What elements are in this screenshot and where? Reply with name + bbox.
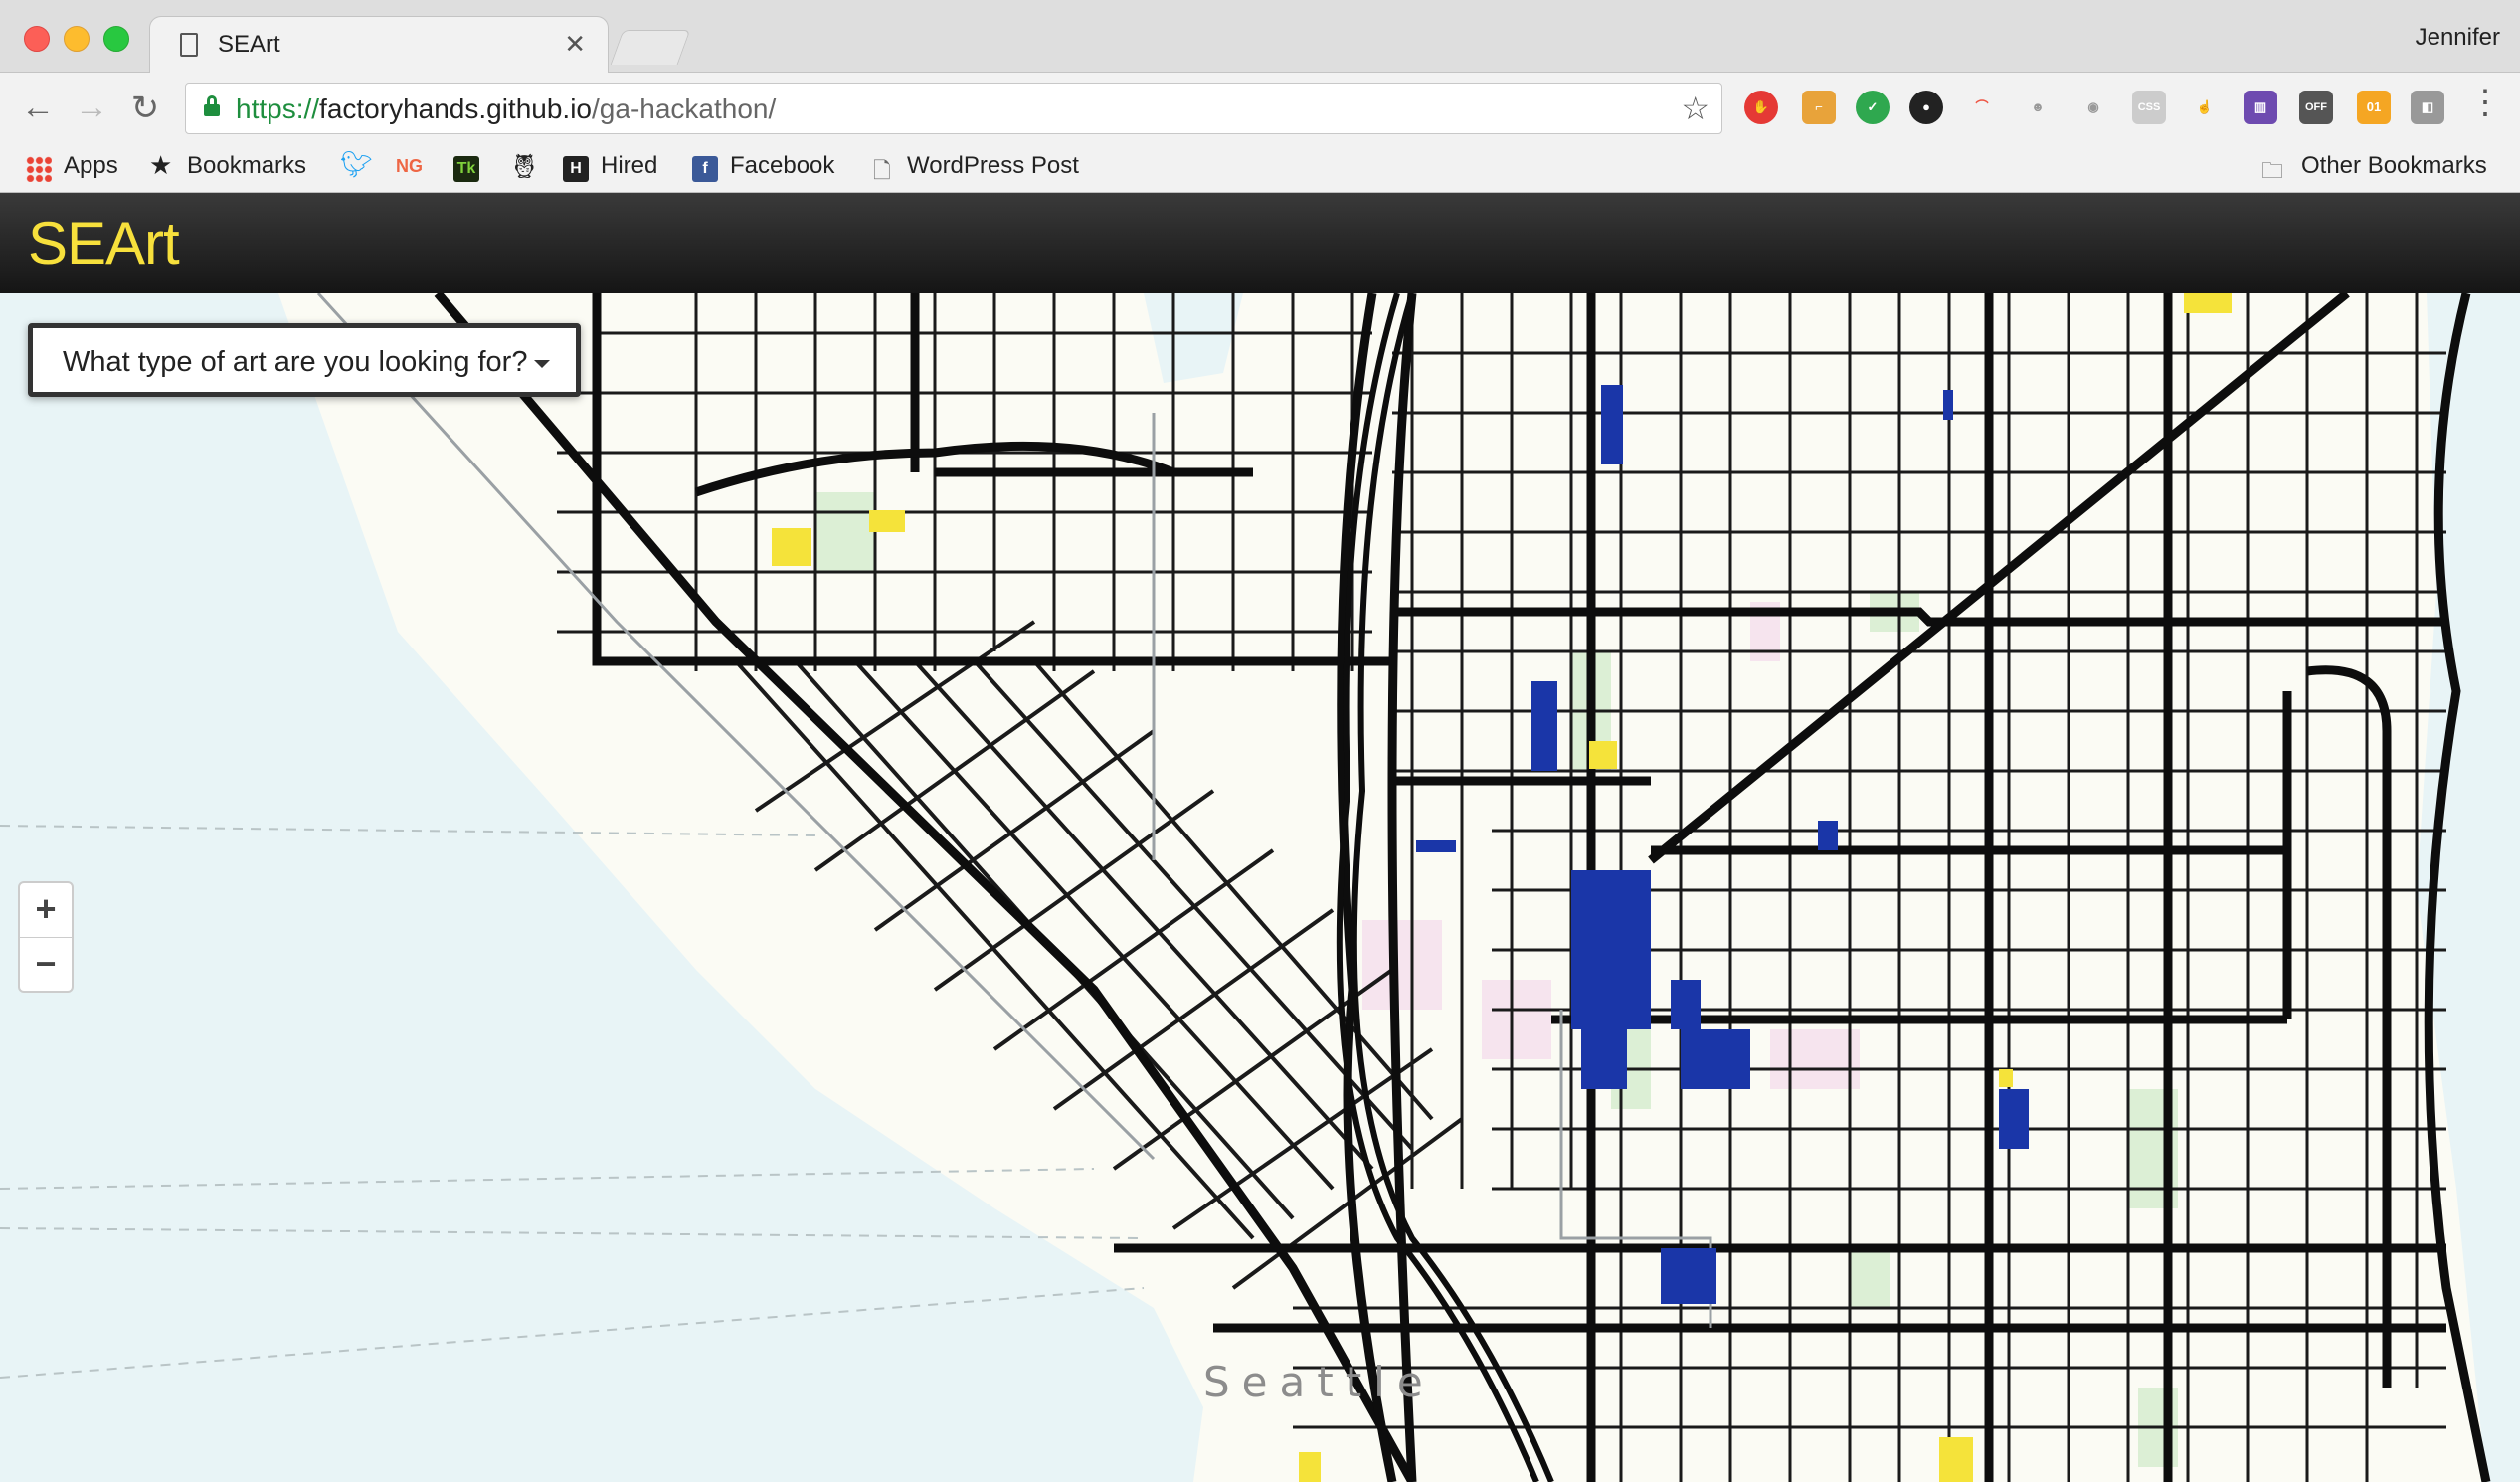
- owl-icon[interactable]: 🦉︎: [509, 152, 539, 181]
- page-icon: 🗋: [873, 158, 891, 183]
- apps-grid-icon: [26, 156, 52, 182]
- bookmark-facebook[interactable]: Facebook: [730, 152, 834, 180]
- ruler-extension-icon[interactable]: ⌐: [1802, 91, 1836, 124]
- browser-tab-bar: SEArt ✕ Jennifer: [0, 0, 2520, 74]
- bookmark-hired[interactable]: Hired: [601, 152, 657, 180]
- off-extension-icon[interactable]: OFF: [2299, 91, 2333, 124]
- bookmark-ng[interactable]: NG: [396, 156, 423, 177]
- check-extension-icon[interactable]: ✓: [1856, 91, 1890, 124]
- city-label: Seattle: [1203, 1358, 1435, 1406]
- art-type-dropdown-label: What type of art are you looking for?: [63, 346, 528, 378]
- bookmark-apps[interactable]: Apps: [64, 152, 118, 180]
- bookmark-bookmarks[interactable]: Bookmarks: [187, 152, 306, 180]
- twitter-icon[interactable]: 🐦︎: [340, 149, 373, 180]
- maximize-window-button[interactable]: [103, 26, 129, 52]
- reload-icon[interactable]: ↻: [125, 89, 165, 128]
- address-bar[interactable]: https://factoryhands.github.io/ga-hackat…: [185, 83, 1722, 134]
- new-tab-button[interactable]: [610, 30, 691, 65]
- folder-icon: 🗀: [2261, 158, 2284, 183]
- brand-logo[interactable]: SEArt: [28, 209, 180, 278]
- zoom-in-button[interactable]: +: [20, 883, 72, 938]
- calendar-extension-icon[interactable]: 01: [2357, 91, 2391, 124]
- square-extension-icon[interactable]: ◧: [2411, 91, 2444, 124]
- close-tab-icon[interactable]: ✕: [564, 29, 586, 60]
- zoom-out-button[interactable]: −: [20, 938, 72, 992]
- reddit-extension-icon[interactable]: ☻: [2021, 91, 2055, 124]
- chevron-down-icon: [534, 360, 550, 368]
- hired-icon: H: [563, 156, 589, 182]
- map-tiles[interactable]: [0, 293, 2520, 1482]
- forward-arrow-icon[interactable]: →: [72, 89, 111, 127]
- bookmark-other[interactable]: Other Bookmarks: [2301, 152, 2487, 180]
- url-text[interactable]: https://factoryhands.github.io/ga-hackat…: [236, 93, 776, 125]
- hand-extension-icon[interactable]: ☝: [2188, 91, 2222, 124]
- browser-tab[interactable]: SEArt ✕: [149, 16, 609, 74]
- profile-name[interactable]: Jennifer: [2416, 24, 2500, 52]
- zoom-control: + −: [18, 881, 74, 993]
- css-extension-icon[interactable]: CSS: [2132, 91, 2166, 124]
- bookmark-star-icon[interactable]: ☆: [1681, 90, 1710, 127]
- page-icon: [180, 33, 198, 57]
- bookmark-tk[interactable]: Tk: [453, 156, 479, 182]
- close-window-button[interactable]: [24, 26, 50, 52]
- grid-extension-icon[interactable]: ▥: [2244, 91, 2277, 124]
- minimize-window-button[interactable]: [64, 26, 90, 52]
- tab-title: SEArt: [218, 31, 280, 58]
- info-extension-icon[interactable]: ◉: [2076, 91, 2110, 124]
- panda-extension-icon[interactable]: ●: [1909, 91, 1943, 124]
- browser-toolbar: ← → ↻ https://factoryhands.github.io/ga-…: [0, 73, 2520, 146]
- facebook-icon: f: [692, 156, 718, 182]
- app-header: SEArt: [0, 193, 2520, 293]
- lock-icon: [204, 95, 220, 116]
- star-icon: ★: [149, 150, 173, 180]
- adblock-extension-icon[interactable]: ✋: [1744, 91, 1778, 124]
- bookmarks-bar: Apps ★ Bookmarks 🐦︎ NG Tk 🦉︎ H Hired f F…: [0, 146, 2520, 193]
- menu-icon[interactable]: ⋮: [2468, 83, 2502, 122]
- bookmark-wordpress[interactable]: WordPress Post: [907, 152, 1079, 180]
- back-arrow-icon[interactable]: ←: [18, 89, 58, 127]
- map[interactable]: Seattle: [0, 293, 2520, 1482]
- art-type-dropdown[interactable]: What type of art are you looking for?: [28, 323, 581, 397]
- rainbow-extension-icon[interactable]: ⌒: [1965, 91, 1999, 124]
